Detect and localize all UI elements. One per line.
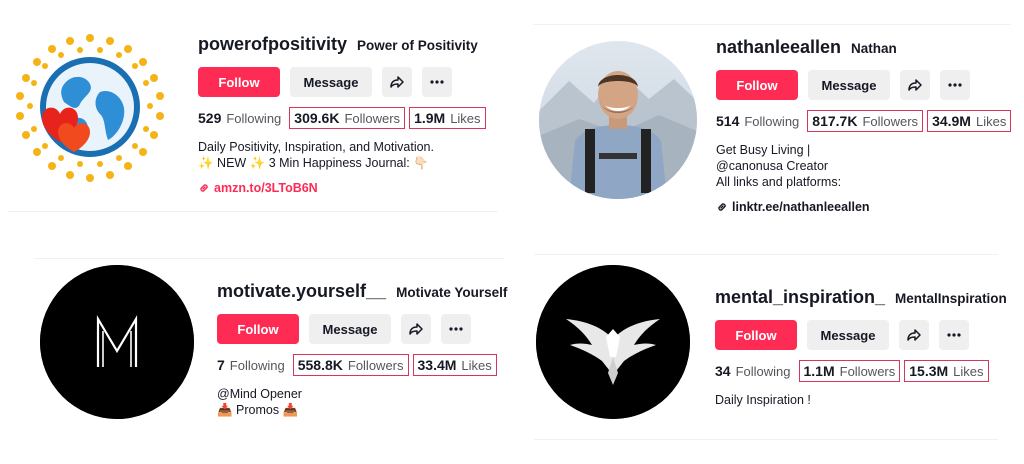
followers-stat[interactable]: 817.7K Followers [807,110,924,132]
share-icon [390,76,404,88]
following-count: 514 [716,113,740,129]
followers-count: 309.6K [294,110,340,126]
followers-stat[interactable]: 558.8K Followers [292,354,409,376]
share-icon [409,323,423,335]
more-options-button[interactable] [441,314,471,344]
follow-button[interactable]: Follow [715,320,797,350]
bio-line: @Mind Opener [217,387,302,401]
link-text[interactable]: amzn.to/3LToB6N [214,181,318,195]
avatar[interactable] [14,32,166,184]
likes-count: 1.9M [414,110,446,126]
more-icon [947,333,961,337]
message-button[interactable]: Message [808,70,890,100]
username: powerofpositivity [198,34,348,54]
share-button[interactable] [899,320,929,350]
username: motivate.yourself__ [217,281,387,301]
bio-line: Daily Inspiration ! [715,393,811,407]
followers-count: 1.1M [803,363,835,379]
more-options-button[interactable] [422,67,452,97]
following-stat[interactable]: 34 Following [715,361,795,381]
hiker-photo-icon [539,41,697,199]
avatar[interactable] [40,265,194,419]
nickname: Motivate Yourself [396,285,508,300]
share-button[interactable] [401,314,431,344]
followers-stat[interactable]: 309.6K Followers [289,107,406,129]
likes-label: Likes [450,111,481,126]
likes-stat: 1.9M Likes [409,107,486,129]
likes-label: Likes [953,364,984,379]
following-count: 7 [217,357,225,373]
nickname: Power of Positivity [357,38,478,53]
bio-line: Get Busy Living | [716,143,811,157]
username: mental_inspiration_ [715,287,886,307]
followers-label: Followers [839,364,896,379]
more-icon [430,80,444,84]
bio-line: 📥 Promos 📥 [217,403,299,417]
following-stat[interactable]: 529 Following [198,108,285,128]
likes-label: Likes [461,358,492,373]
globe-hearts-sun-logo-icon [14,32,166,184]
likes-count: 15.3M [909,363,949,379]
more-options-button[interactable] [939,320,969,350]
following-label: Following [226,111,282,126]
follow-button[interactable]: Follow [217,314,299,344]
follow-button[interactable]: Follow [198,67,280,97]
follow-button[interactable]: Follow [716,70,798,100]
profile-card-nathanleeallen: nathanleeallen Nathan Follow Message 514… [533,24,1012,214]
bio-link[interactable]: amzn.to/3LToB6N [198,181,486,195]
nickname: MentalInspiration [895,291,1007,306]
message-button[interactable]: Message [290,67,372,97]
bio-link[interactable]: linktr.ee/nathanleeallen [716,200,1011,214]
username: nathanleeallen [716,37,842,57]
following-stat[interactable]: 514 Following [716,111,803,131]
followers-count: 558.8K [297,357,343,373]
link-text[interactable]: linktr.ee/nathanleeallen [732,200,870,214]
bio: Daily Inspiration ! [715,392,1007,408]
following-count: 34 [715,363,731,379]
link-icon [718,203,726,211]
likes-count: 34.9M [932,113,971,129]
following-label: Following [744,114,800,129]
profile-card-mental-inspiration: mental_inspiration_ MentalInspiration Fo… [534,254,1007,440]
avatar[interactable] [539,41,697,199]
followers-count: 817.7K [812,113,858,129]
letter-m-logo-icon [40,265,194,419]
avatar[interactable] [536,265,690,419]
bio-line: Daily Positivity, Inspiration, and Motiv… [198,140,434,154]
more-icon [948,83,962,87]
bio: @Mind Opener 📥 Promos 📥 [217,386,507,418]
link-icon [200,184,208,192]
message-button[interactable]: Message [807,320,889,350]
nickname: Nathan [851,41,897,56]
followers-label: Followers [347,358,404,373]
share-icon [907,329,921,341]
likes-stat: 15.3M Likes [904,360,989,382]
more-options-button[interactable] [940,70,970,100]
eagle-logo-icon [536,265,690,419]
likes-count: 33.4M [417,357,457,373]
profile-card-motivate-yourself: motivate.yourself__ Motivate Yourself Fo… [34,258,508,428]
likes-label: Likes [975,114,1007,129]
likes-stat: 33.4M Likes [412,354,497,376]
more-icon [449,327,463,331]
following-stat[interactable]: 7 Following [217,355,289,375]
following-count: 529 [198,110,222,126]
followers-label: Followers [862,114,919,129]
bio-line: @canonusa Creator [716,159,829,173]
followers-label: Followers [344,111,401,126]
bio-line: All links and platforms: [716,175,842,189]
bio: Daily Positivity, Inspiration, and Motiv… [198,139,486,171]
bio: Get Busy Living | @canonusa Creator All … [716,142,1011,190]
following-label: Following [735,364,791,379]
profile-card-powerofpositivity: powerofpositivity Power of Positivity Fo… [8,12,498,212]
bio-line: ✨ NEW ✨ 3 Min Happiness Journal: 👇🏻 [198,156,429,170]
share-button[interactable] [382,67,412,97]
followers-stat[interactable]: 1.1M Followers [798,360,901,382]
likes-stat: 34.9M Likes [927,110,1012,132]
message-button[interactable]: Message [309,314,391,344]
share-icon [908,79,922,91]
share-button[interactable] [900,70,930,100]
following-label: Following [229,358,285,373]
